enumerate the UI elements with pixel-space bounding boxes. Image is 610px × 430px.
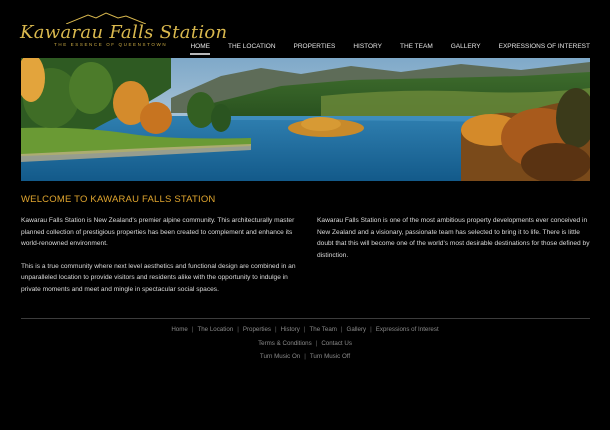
footer-link-home[interactable]: Home — [171, 326, 188, 333]
logo-brand-text: Kawarau Falls Station — [20, 22, 228, 43]
nav-item-expressions-of-interest[interactable]: EXPRESSIONS OF INTEREST — [481, 42, 590, 56]
footer-legal-links: Terms & Conditions | Contact Us — [0, 340, 610, 347]
intro-paragraph: Kawarau Falls Station is one of the most… — [317, 217, 590, 259]
hero-banner-image — [21, 58, 590, 181]
footer-link-properties[interactable]: Properties — [243, 326, 271, 333]
nav-item-gallery[interactable]: GALLERY — [433, 42, 481, 56]
footer-link-contact-us[interactable]: Contact Us — [321, 340, 352, 347]
nav-item-history[interactable]: HISTORY — [335, 42, 382, 56]
intro-paragraph: This is a true community where next leve… — [21, 262, 296, 293]
intro-column-right: Kawarau Falls Station is one of the most… — [317, 215, 592, 272]
footer-link-the-team[interactable]: The Team — [310, 326, 337, 333]
main-nav: HOME THE LOCATION PROPERTIES HISTORY THE TEA… — [172, 42, 590, 56]
footer-separator: | — [237, 326, 239, 333]
music-control-turn-music-on[interactable]: Turn Music On — [260, 353, 300, 360]
footer-link-terms-conditions[interactable]: Terms & Conditions — [258, 340, 312, 347]
intro-column-left: Kawarau Falls Station is New Zealand's p… — [21, 215, 296, 307]
footer-link-expressions-of-interest[interactable]: Expressions of Interest — [376, 326, 439, 333]
footer-separator: | — [340, 326, 343, 333]
nav-item-home[interactable]: HOME — [172, 42, 210, 56]
footer-separator: | — [303, 326, 306, 333]
site-logo[interactable]: Kawarau Falls Station THE ESSENCE OF QUE… — [20, 12, 227, 50]
footer-separator: | — [315, 340, 318, 347]
nav-item-the-team[interactable]: THE TEAM — [382, 42, 433, 56]
footer-nav: Home | The Location | Properties | History | The… — [0, 326, 610, 333]
footer-divider — [21, 318, 590, 319]
footer-link-gallery[interactable]: Gallery — [347, 326, 367, 333]
intro-paragraph: Kawarau Falls Station is New Zealand's p… — [21, 217, 295, 248]
footer-link-the-location[interactable]: The Location — [197, 326, 233, 333]
footer-separator: | — [304, 353, 306, 360]
footer-separator: | — [370, 326, 372, 333]
footer-link-history[interactable]: History — [281, 326, 300, 333]
footer-separator: | — [275, 326, 277, 333]
nav-item-the-location[interactable]: THE LOCATION — [210, 42, 276, 56]
music-control-turn-music-off[interactable]: Turn Music Off — [310, 353, 350, 360]
nav-item-properties[interactable]: PROPERTIES — [276, 42, 336, 56]
logo-tagline: THE ESSENCE OF QUEENSTOWN — [54, 42, 168, 47]
footer-music-controls: Turn Music On | Turn Music Off — [0, 353, 610, 360]
footer-separator: | — [191, 326, 194, 333]
welcome-heading: WELCOME TO KAWARAU FALLS STATION — [21, 194, 216, 205]
